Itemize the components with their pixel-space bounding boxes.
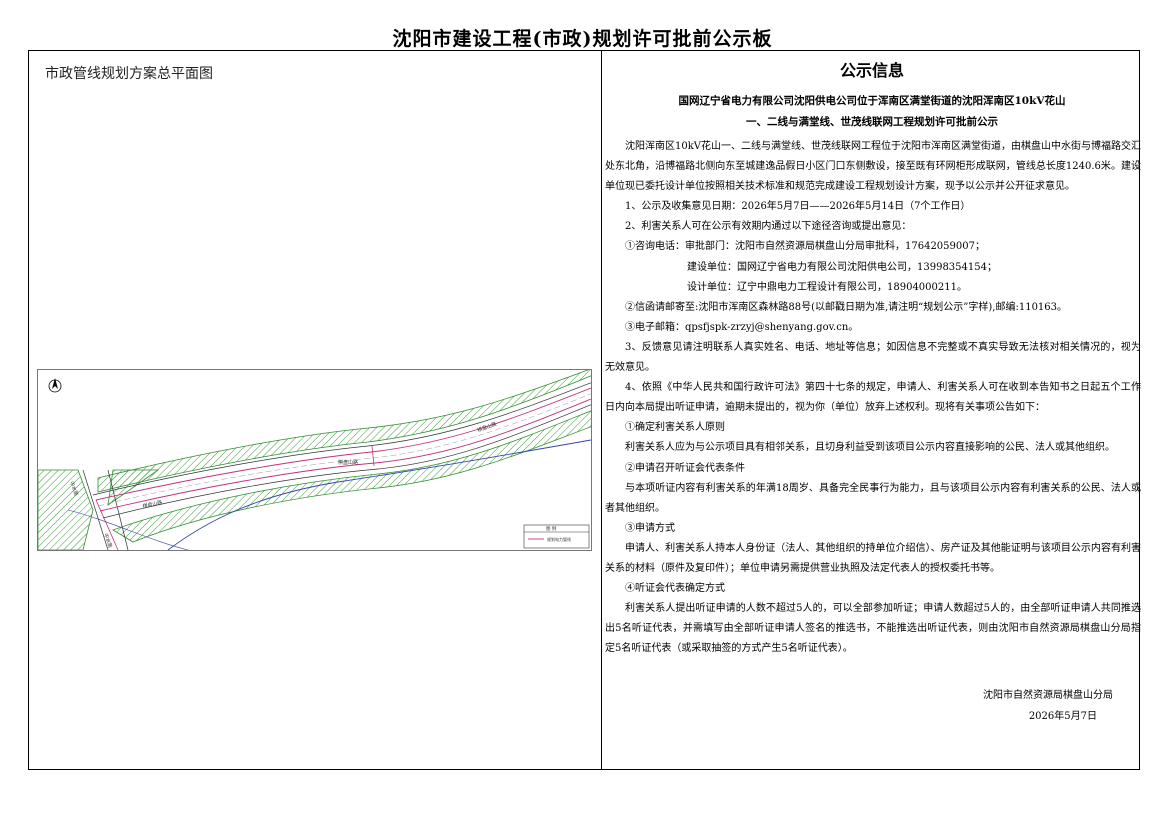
section-text: 利害关系人提出听证申请的人数不超过5人的，可以全部参加听证；申请人数超过5人的，… — [605, 603, 1141, 655]
road-label: 棋盘山路 — [338, 459, 358, 466]
notice-date: 1、公示及收集意见日期：2026年5月7日——2026年5月14日（7个工作日） — [625, 201, 971, 213]
project-title-line: 国网辽宁省电力有限公司沈阳供电公司位于浑南区满堂街道的沈阳浑南区10kV花山 — [678, 95, 1066, 107]
project-title: 国网辽宁省电力有限公司沈阳供电公司位于浑南区满堂街道的沈阳浑南区10kV花山 一… — [603, 91, 1141, 133]
feedback-requirements: 3、反馈意见请注明联系人真实姓名、电话、地址等信息；如因信息不完整或不真实导致无… — [605, 341, 1141, 374]
section-heading: ③申请方式 — [625, 522, 675, 534]
section-heading: ④听证会代表确定方式 — [625, 583, 725, 595]
map-legend: 图 例 规划电力管线 — [523, 524, 590, 549]
green-belt-side — [37, 469, 94, 551]
green-belt-north — [97, 367, 594, 493]
email-address: ③电子邮箱：qpsfjspk-zrzyj@shenyang.gov.cn。 — [625, 321, 859, 333]
notice-panel: 公示信息 国网辽宁省电力有限公司沈阳供电公司位于浑南区满堂街道的沈阳浑南区10k… — [603, 51, 1141, 769]
notice-content: 沈阳浑南区10kV花山一、二线与满堂线、世茂线联网工程位于沈阳市浑南区满堂街道，… — [603, 137, 1141, 659]
page-title: 沈阳市建设工程(市政)规划许可批前公示板 — [392, 28, 773, 50]
section-text: 申请人、利害关系人持本人身份证（法人、其他组织的持单位介绍信）、房产证及其他能证… — [605, 542, 1141, 574]
signature-date: 2026年5月7日 — [1028, 711, 1097, 722]
legend-item: 规划电力管线 — [547, 536, 571, 542]
intro-paragraph: 沈阳浑南区10kV花山一、二线与满堂线、世茂线联网工程位于沈阳市浑南区满堂街道，… — [605, 141, 1142, 193]
section-text: 利害关系人应为与公示项目具有相邻关系，且切身利益受到该项目公示内容直接影响的公民… — [625, 442, 1115, 454]
site-plan-map: 棋盘山路 棋盘山路 棋盘山路 中水路 中水路 图 例 规划电力管线 — [37, 367, 594, 551]
hearing-rights: 4、依照《中华人民共和国行政许可法》第四十七条的规定，申请人、利害关系人可在收到… — [605, 382, 1141, 414]
section-heading: ②申请召开听证会代表条件 — [625, 462, 745, 474]
mail-address: ②信函请邮寄至:沈阳市浑南区森林路88号(以邮戳日期为准,请注明“规划公示”字样… — [625, 301, 1068, 313]
feedback-channels: 2、利害关系人可在公示有效期内通过以下途径咨询或提出意见： — [625, 221, 912, 233]
plan-panel: 市政管线规划方案总平面图 棋盘山路 棋盘山路 棋盘山路 中水路 中水路 图 例 … — [29, 51, 602, 769]
notice-board: 市政管线规划方案总平面图 棋盘山路 棋盘山路 棋盘山路 中水路 中水路 图 例 … — [28, 50, 1141, 770]
site-plan-drawing: 棋盘山路 棋盘山路 棋盘山路 中水路 中水路 图 例 规划电力管线 — [37, 367, 594, 551]
north-arrow-icon — [48, 378, 62, 393]
notice-heading: 公示信息 — [839, 61, 904, 80]
plan-title: 市政管线规划方案总平面图 — [45, 66, 213, 82]
signature-org: 沈阳市自然资源局棋盘山分局 — [983, 690, 1113, 701]
contact-approval: ①咨询电话：审批部门：沈阳市自然资源局棋盘山分局审批科，17642059007； — [625, 241, 985, 253]
legend-title: 图 例 — [546, 525, 557, 532]
signature-block: 沈阳市自然资源局棋盘山分局 2026年5月7日 — [983, 685, 1113, 727]
contact-designer: 设计单位：辽宁中鼎电力工程设计有限公司，18904000211。 — [687, 281, 967, 293]
section-text: 与本项听证内容有利害关系的年满18周岁、具备完全民事行为能力，且与该项目公示内容… — [605, 482, 1141, 514]
contact-builder: 建设单位：国网辽宁省电力有限公司沈阳供电公司，13998354154； — [687, 261, 997, 273]
road-label: 中水路 — [102, 532, 114, 549]
project-title-line: 一、二线与满堂线、世茂线联网工程规划许可批前公示 — [746, 116, 998, 128]
section-heading: ①确定利害关系人原则 — [625, 422, 725, 434]
